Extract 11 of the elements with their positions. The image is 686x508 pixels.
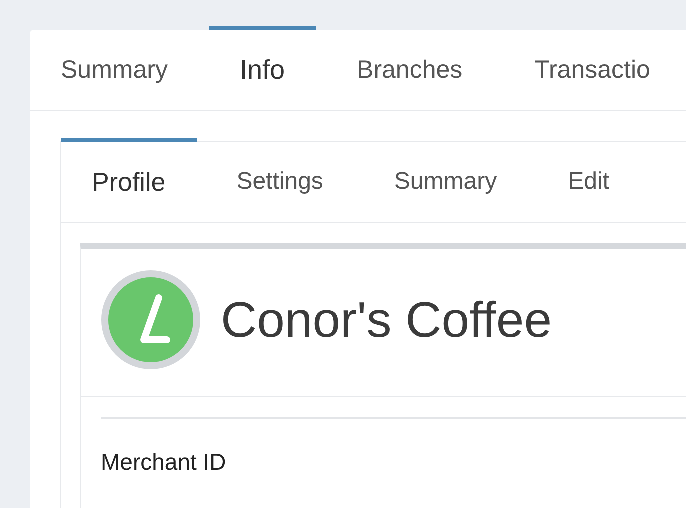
tab[interactable]: Profile bbox=[61, 138, 197, 222]
merchant-name: Conor's Coffee bbox=[221, 291, 552, 349]
tab[interactable]: Transactio bbox=[504, 26, 682, 110]
merchant-logo-icon bbox=[101, 270, 201, 370]
field-label: Merchant ID bbox=[101, 449, 226, 475]
tab[interactable]: Settings bbox=[206, 138, 354, 222]
tab[interactable]: Edit bbox=[537, 138, 640, 222]
tab[interactable]: Summary bbox=[363, 138, 528, 222]
tab[interactable]: Summary bbox=[30, 26, 199, 110]
tab[interactable]: Info bbox=[208, 26, 316, 110]
tab[interactable]: Branches bbox=[326, 26, 494, 110]
